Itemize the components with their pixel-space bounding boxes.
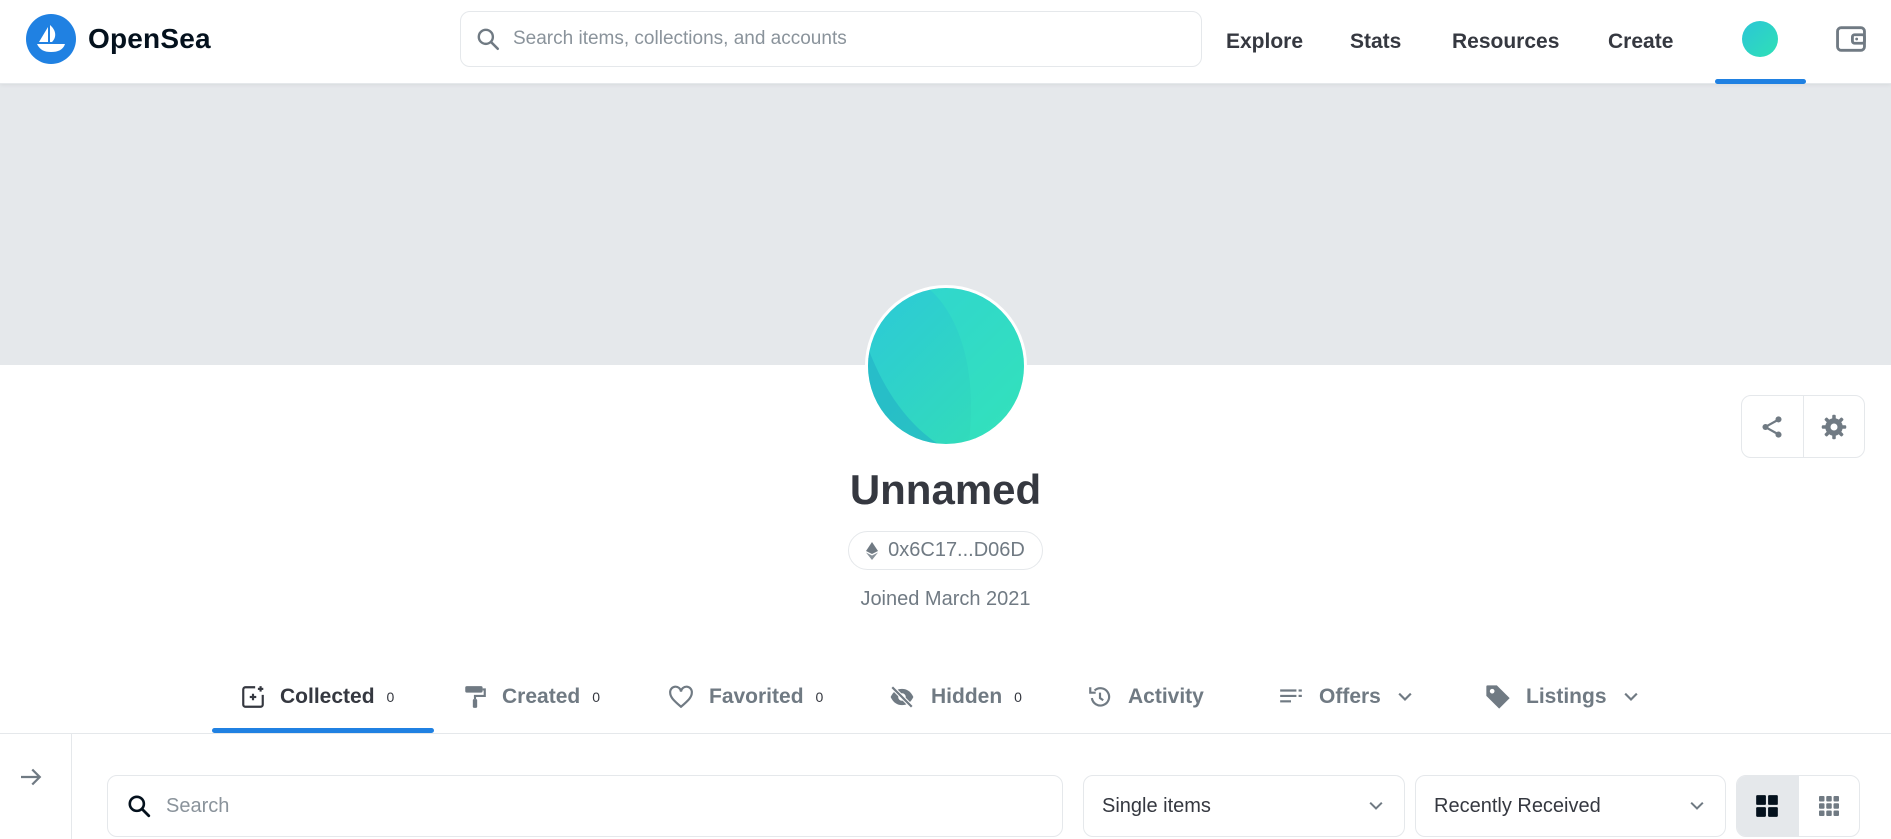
tab-collected[interactable]: Collected 0: [240, 660, 394, 734]
active-tab-indicator: [212, 728, 434, 733]
tab-activity[interactable]: Activity: [1086, 660, 1204, 734]
paint-roller-icon: [465, 686, 486, 708]
small-grid-icon: [1818, 796, 1839, 816]
nav-stats[interactable]: Stats: [1350, 0, 1401, 84]
gear-icon: [1821, 414, 1846, 439]
chevron-down-icon: [1369, 801, 1383, 810]
tab-collected-count: 0: [386, 689, 395, 705]
tab-created-count: 0: [592, 689, 600, 705]
expand-sidebar-button[interactable]: [16, 762, 46, 797]
joined-date: Joined March 2021: [860, 588, 1031, 610]
tab-listings[interactable]: Listings: [1484, 660, 1641, 734]
tab-favorited-count: 0: [815, 689, 824, 705]
ethereum-icon: [866, 541, 879, 560]
share-icon: [1762, 415, 1782, 438]
list-icon: [1280, 689, 1302, 703]
profile-name: Unnamed: [849, 466, 1042, 513]
search-icon: [477, 28, 500, 51]
profile-avatar-icon[interactable]: [1742, 21, 1778, 57]
tab-favorited[interactable]: Favorited 0: [667, 660, 823, 734]
global-search[interactable]: [460, 11, 1202, 67]
tab-offers[interactable]: Offers: [1277, 660, 1415, 734]
wallet-icon[interactable]: [1834, 22, 1868, 61]
tab-listings-label: Listings: [1526, 685, 1607, 708]
item-type-value: Single items: [1102, 794, 1211, 817]
history-icon: [1089, 687, 1111, 707]
profile-tabs: Collected 0 Created 0 Favorited 0 Hidden…: [0, 660, 1891, 734]
tab-favorited-label: Favorited: [709, 685, 804, 708]
wallet-address: 0x6C17...D06D: [888, 539, 1025, 561]
large-grid-button[interactable]: [1737, 776, 1798, 836]
tab-created-label: Created: [502, 685, 581, 708]
large-grid-icon: [1756, 795, 1779, 817]
tab-activity-label: Activity: [1128, 685, 1204, 708]
heart-icon: [669, 685, 693, 709]
nav-resources[interactable]: Resources: [1452, 0, 1559, 84]
settings-button[interactable]: [1802, 396, 1865, 457]
opensea-logo-icon: [26, 14, 76, 64]
profile-avatar: [865, 285, 1027, 447]
nav-active-indicator: [1715, 79, 1806, 84]
eye-off-icon: [890, 685, 914, 709]
global-search-input[interactable]: [513, 28, 1163, 50]
search-icon: [128, 795, 151, 818]
tab-collected-label: Collected: [280, 685, 375, 708]
logo[interactable]: OpenSea: [26, 14, 211, 64]
tag-icon: [1486, 685, 1510, 709]
profile-actions: [1741, 395, 1865, 458]
chevron-down-icon: [1690, 801, 1704, 810]
view-mode-toggle: [1736, 775, 1860, 837]
items-search[interactable]: [107, 775, 1063, 837]
brand-name: OpenSea: [88, 23, 211, 54]
top-navbar: OpenSea Explore Stats Resources Create: [0, 0, 1891, 84]
wallet-address-chip[interactable]: 0x6C17...D06D: [848, 531, 1043, 570]
sort-value: Recently Received: [1434, 794, 1601, 817]
nav-create[interactable]: Create: [1608, 0, 1673, 84]
tab-hidden-count: 0: [1014, 689, 1022, 705]
arrow-right-icon: [21, 768, 42, 786]
tab-hidden[interactable]: Hidden 0: [887, 660, 1022, 734]
tab-created[interactable]: Created 0: [462, 660, 600, 734]
small-grid-button[interactable]: [1797, 776, 1860, 836]
tab-offers-label: Offers: [1319, 685, 1381, 708]
chevron-down-icon: [1623, 692, 1638, 702]
tab-hidden-label: Hidden: [931, 685, 1003, 708]
item-type-select[interactable]: Single items: [1083, 775, 1405, 837]
sort-select[interactable]: Recently Received: [1415, 775, 1726, 837]
items-search-input[interactable]: [166, 794, 1026, 818]
share-button[interactable]: [1742, 396, 1803, 457]
collected-icon: [242, 686, 264, 708]
nav-explore[interactable]: Explore: [1226, 0, 1303, 84]
chevron-down-icon: [1398, 692, 1412, 702]
